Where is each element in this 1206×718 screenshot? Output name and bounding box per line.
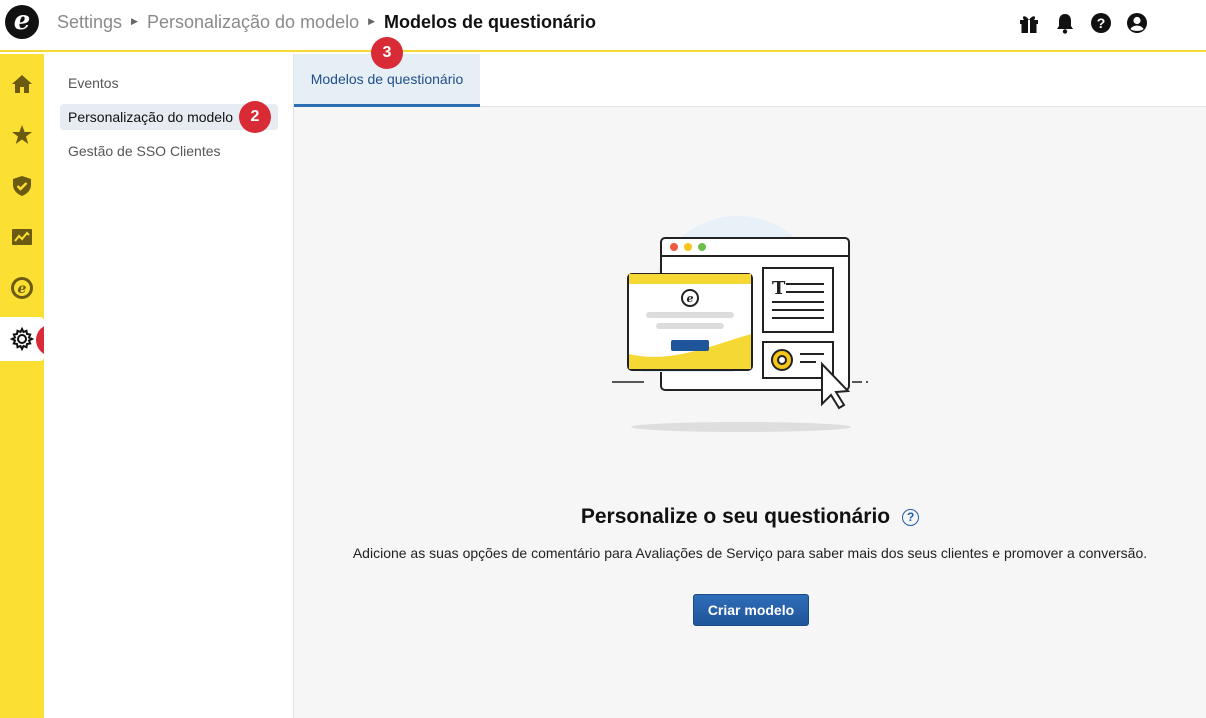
main-content: Modelos de questionário T e Personalize … bbox=[294, 54, 1206, 718]
gift-icon[interactable] bbox=[1018, 12, 1040, 34]
chart-icon[interactable] bbox=[0, 215, 44, 259]
bell-icon[interactable] bbox=[1054, 12, 1076, 34]
help-circle-icon[interactable]: ? bbox=[902, 509, 920, 526]
left-rail: e bbox=[0, 54, 44, 718]
tab-bar: Modelos de questionário bbox=[294, 54, 1206, 107]
breadcrumb-separator-icon: ▶ bbox=[131, 16, 138, 26]
step-badge-2: 2 bbox=[239, 101, 271, 133]
settings-subnav: Eventos Personalização do modelo Gestão … bbox=[44, 54, 294, 718]
svg-text:?: ? bbox=[1097, 15, 1106, 31]
star-icon[interactable] bbox=[0, 113, 44, 157]
header-actions: ? bbox=[1018, 12, 1148, 34]
empty-state-title-text: Personalize o seu questionário bbox=[580, 505, 891, 528]
subnav-item-sso[interactable]: Gestão de SSO Clientes bbox=[60, 138, 229, 164]
home-icon[interactable] bbox=[0, 62, 44, 106]
coin-icon[interactable]: e bbox=[0, 266, 44, 310]
breadcrumb-separator-icon: ▶ bbox=[368, 16, 376, 26]
subnav-item-eventos[interactable]: Eventos bbox=[60, 70, 127, 96]
create-template-button[interactable]: Criar modelo bbox=[693, 594, 809, 626]
empty-state-title: Personalize o seu questionário? bbox=[294, 505, 1206, 529]
help-icon[interactable]: ? bbox=[1090, 12, 1112, 34]
breadcrumb-personalizacao[interactable]: Personalização do modelo bbox=[147, 12, 359, 33]
user-icon[interactable] bbox=[1126, 12, 1148, 34]
logo-icon[interactable]: e bbox=[5, 5, 39, 39]
svg-text:T: T bbox=[772, 278, 786, 299]
breadcrumb: Settings ▶ Personalização do modelo ▶ Mo… bbox=[57, 12, 596, 33]
top-bar: e Settings ▶ Personalização do modelo ▶ … bbox=[0, 0, 1206, 52]
step-badge-3: 3 bbox=[371, 37, 403, 69]
svg-text:e: e bbox=[18, 281, 27, 297]
page-title: Modelos de questionário bbox=[384, 12, 597, 32]
empty-state-description: Adicione as suas opções de comentário pa… bbox=[352, 545, 1148, 561]
breadcrumb-settings[interactable]: Settings bbox=[57, 12, 122, 33]
subnav-item-label: Personalização do modelo bbox=[68, 109, 233, 125]
svg-text:e: e bbox=[687, 292, 694, 305]
shield-check-icon[interactable] bbox=[0, 164, 44, 208]
questionnaire-illustration: T e bbox=[610, 214, 870, 436]
